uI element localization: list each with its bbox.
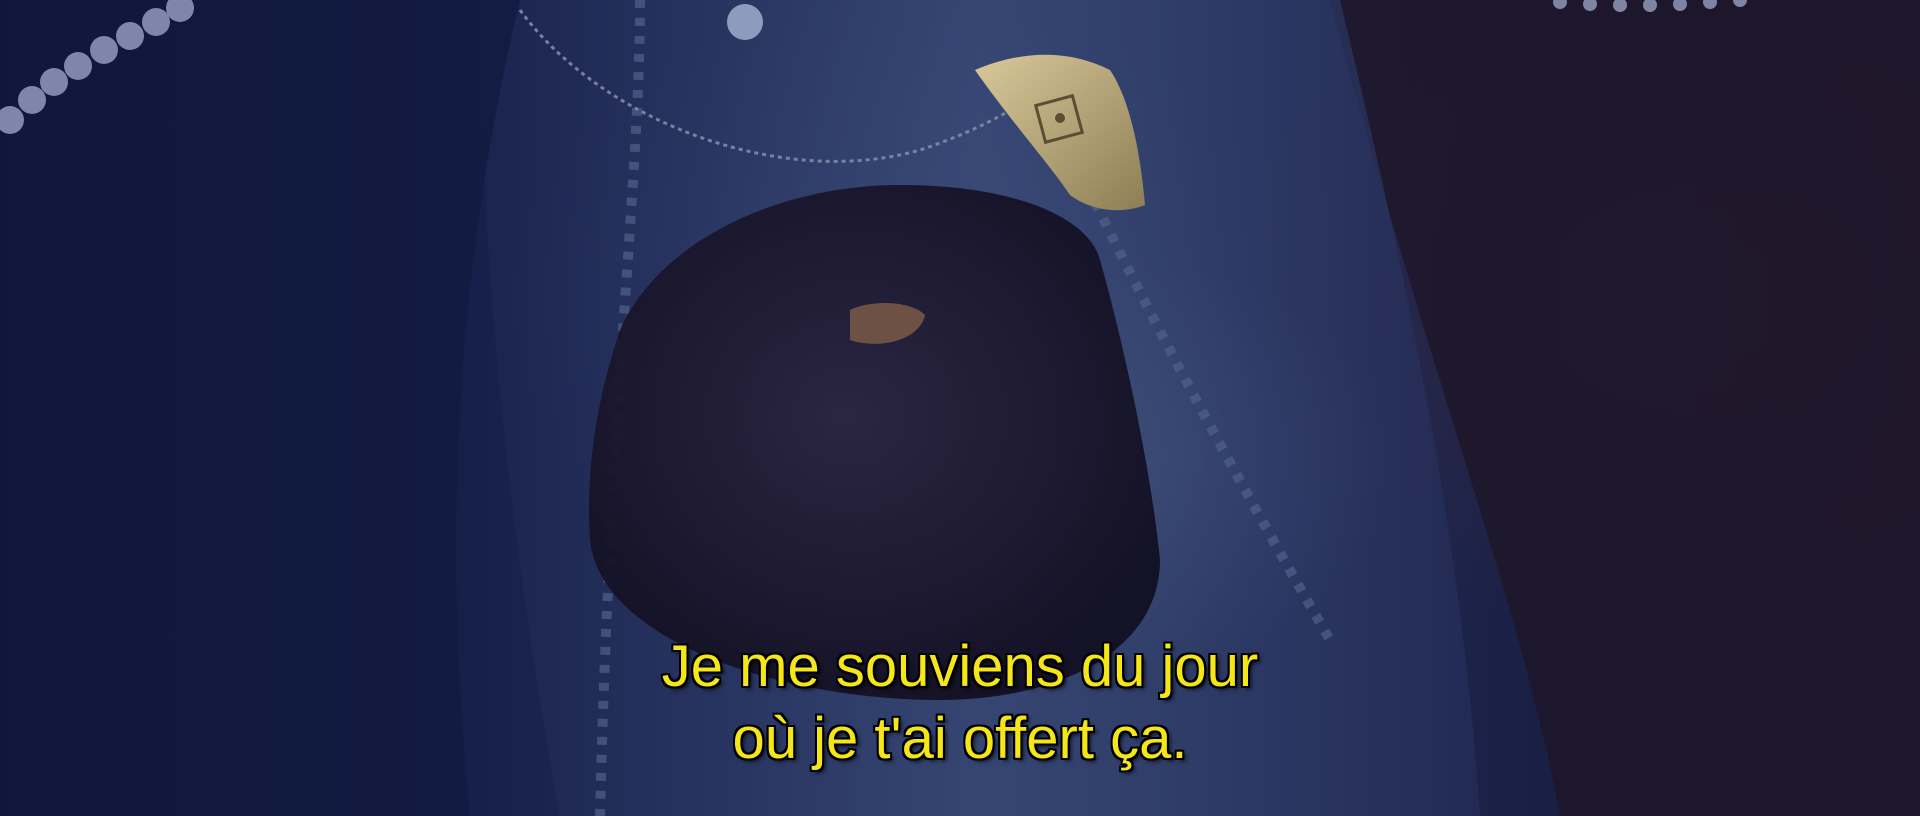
subtitle-line-1: Je me souviens du jour: [661, 634, 1259, 699]
video-frame: Je me souviens du jour où je t'ai offert…: [0, 0, 1920, 816]
button: [727, 4, 763, 40]
subtitle-line-2: où je t'ai offert ça.: [732, 706, 1188, 771]
hand: [589, 185, 1160, 700]
